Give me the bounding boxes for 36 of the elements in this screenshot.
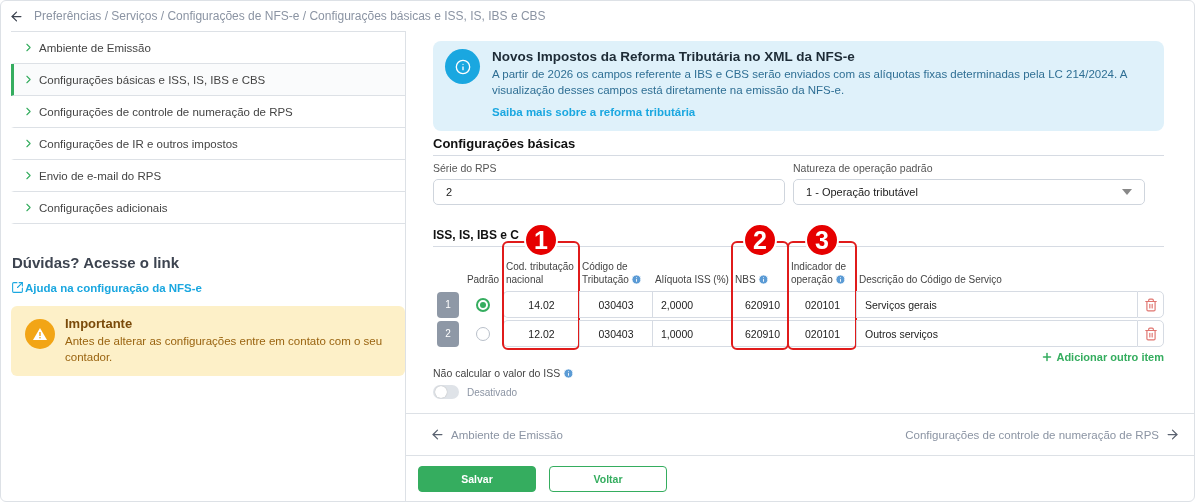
toggle-label: Não calcular o valor do ISS [433, 367, 575, 379]
notice-title: Importante [65, 316, 134, 331]
table-cell[interactable]: 2,0000 [652, 291, 732, 318]
annotation-badge: 3 [805, 223, 839, 257]
row-number: 2 [437, 320, 459, 347]
toggle-state: Desativado [467, 386, 518, 398]
column-header: Padrão [466, 273, 500, 286]
banner-title: Novos Impostos da Reforma Tributária no XML da NFS-e [492, 49, 856, 64]
select-field[interactable]: 1 - Operação tributável [793, 179, 1145, 205]
column-header: Cod. tributação nacional [506, 260, 575, 286]
column-header: Código de Tributação [582, 260, 649, 286]
banner-text: A partir de 2026 os campos referente a IBS e CBS serão enviados com as alíquotas fixas determinadas pela LC 214/2024. A visualização desses campos está diretamente na emissão da NFS-e. [492, 67, 1129, 99]
table-cell[interactable]: 620910 [732, 320, 788, 347]
notice-text: Antes de alterar as configurações entre em contato com o seu contador. [65, 334, 384, 365]
table-cell[interactable]: 1,0000 [652, 320, 732, 347]
table-cell[interactable]: 030403 [579, 291, 652, 318]
column-header: NBS [735, 273, 769, 286]
table-cell[interactable]: 620910 [732, 291, 788, 318]
table-cell[interactable]: Serviços gerais [856, 291, 1137, 318]
annotation-badge: 2 [743, 223, 777, 257]
help-title: Dúvidas? Acesse o link [11, 254, 180, 271]
breadcrumb: Preferências / Serviços / Configurações de NFS-e / Configurações básicas e ISS, IS, IBS e CBS [34, 9, 546, 23]
sidebar-item[interactable]: Configurações básicas e ISS, IS, IBS e CBS [11, 64, 405, 96]
column-header: Descrição do Código de Serviço [859, 273, 1002, 286]
input-field[interactable]: 2 [433, 179, 785, 205]
table-cell[interactable]: 020101 [788, 320, 856, 347]
field-label: Série do RPS [433, 162, 498, 174]
section-title: Configurações básicas [433, 131, 1164, 156]
table-cell[interactable]: 030403 [579, 320, 652, 347]
table-cell[interactable]: 020101 [788, 291, 856, 318]
row-number: 1 [437, 291, 459, 318]
column-header: Alíquota ISS (%) [655, 273, 729, 286]
table-cell[interactable]: Outros serviços [856, 320, 1137, 347]
annotation-badge: 1 [524, 223, 558, 257]
column-header: Indicador de operação [791, 260, 848, 286]
field-label: Natureza de operação padrão [793, 162, 934, 174]
